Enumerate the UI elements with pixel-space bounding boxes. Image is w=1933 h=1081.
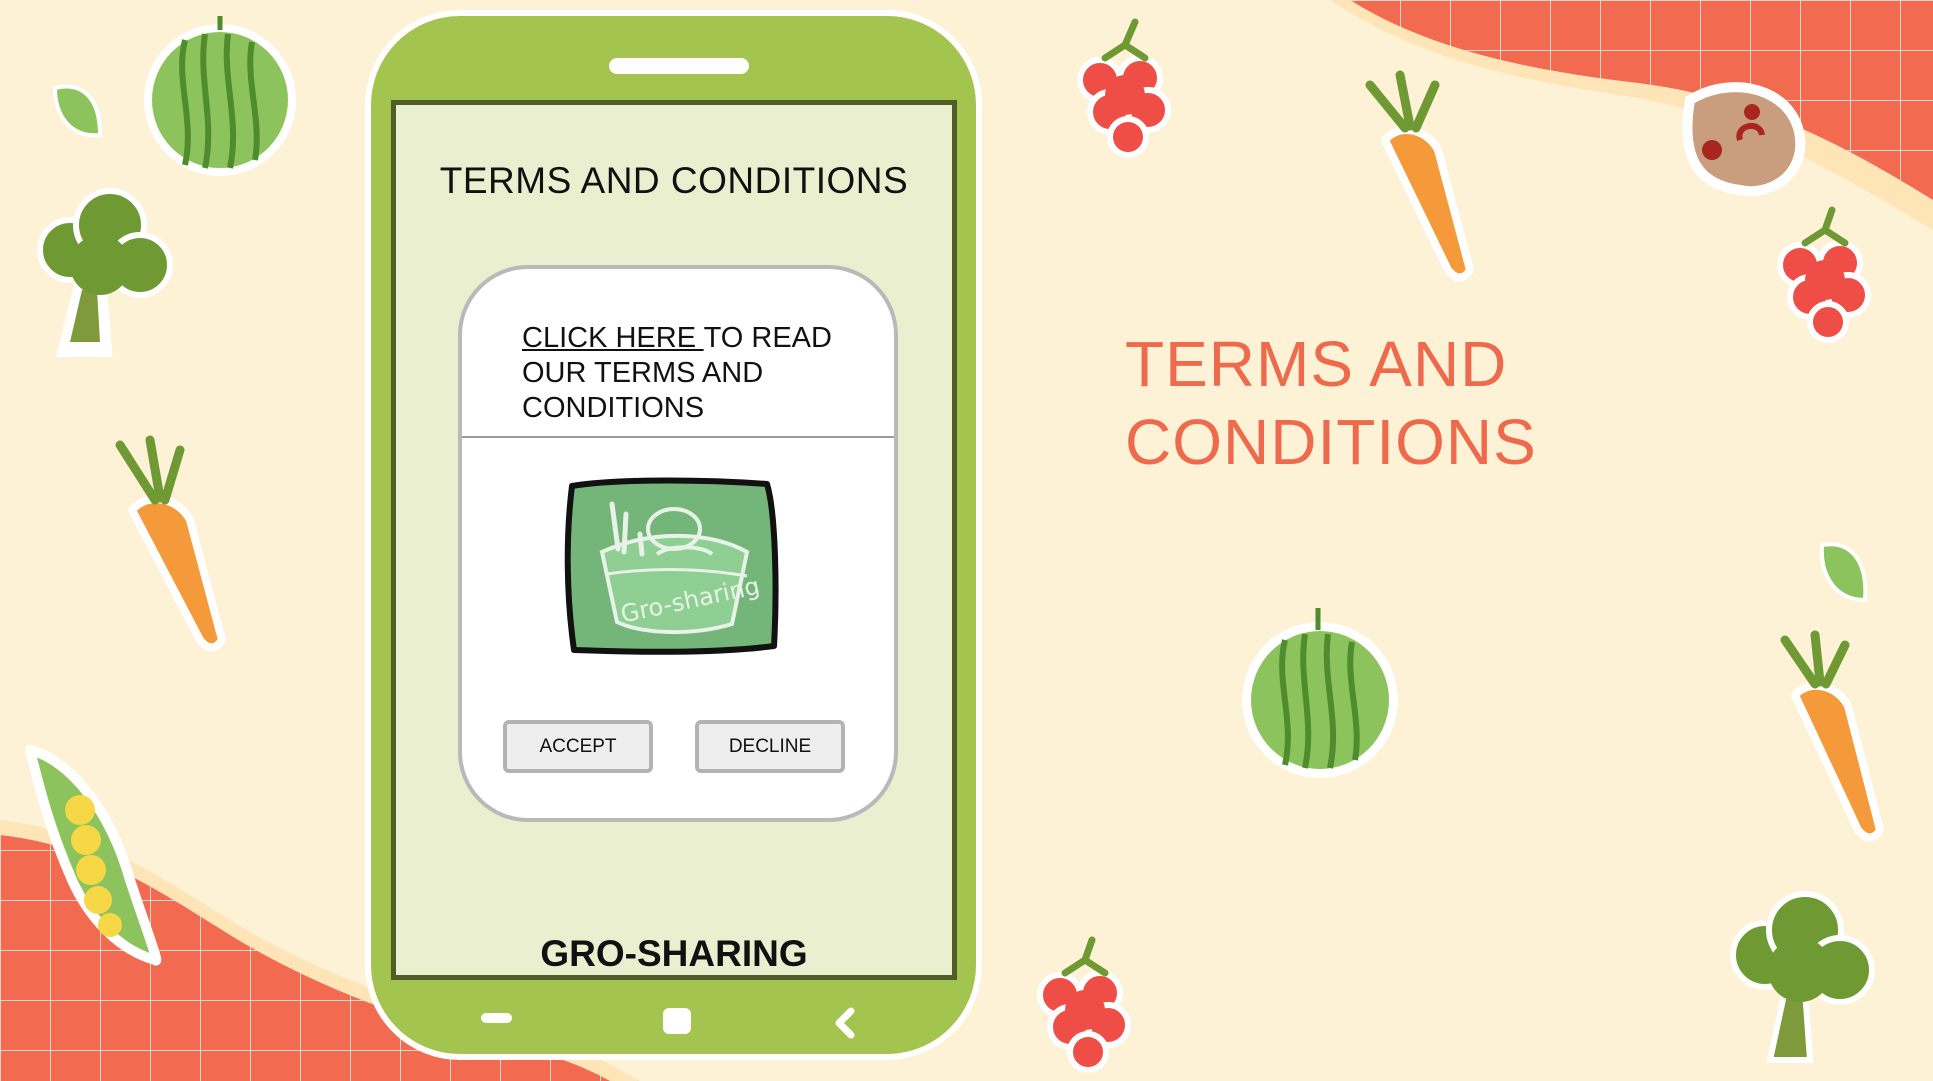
slide-heading-line1: TERMS AND: [1125, 328, 1508, 400]
accept-button[interactable]: ACCEPT: [503, 720, 653, 773]
home-icon[interactable]: [663, 1008, 691, 1034]
broccoli-icon: [37, 188, 173, 357]
gro-sharing-logo-icon: Gro-sharing: [564, 477, 779, 655]
leaf-icon: [52, 84, 103, 138]
carrot-icon: [1780, 630, 1884, 842]
raspberry-icon: [1077, 18, 1171, 158]
raspberry-icon: [1777, 206, 1871, 343]
broccoli-icon: [1730, 891, 1875, 1063]
raspberry-icon: [1037, 936, 1131, 1073]
watermelon-icon: [1242, 608, 1398, 778]
decline-button[interactable]: DECLINE: [695, 720, 845, 773]
app-name: GRO-SHARING: [540, 933, 808, 974]
terms-message: CLICK HERE TO READ OUR TERMS AND CONDITI…: [522, 321, 862, 426]
phone-screen: TERMS AND CONDITIONS CLICK HERE TO READ …: [391, 100, 957, 980]
phone-speaker: [609, 58, 749, 74]
leaf-icon: [1819, 542, 1868, 603]
screen-title: TERMS AND CONDITIONS: [439, 160, 909, 201]
phone-mockup: TERMS AND CONDITIONS CLICK HERE TO READ …: [365, 10, 982, 1060]
slide-heading-line2: CONDITIONS: [1125, 406, 1537, 478]
watermelon-icon: [144, 16, 296, 176]
carrot-icon: [1365, 70, 1474, 282]
click-here-link[interactable]: CLICK HERE: [522, 322, 704, 354]
slide: TERMS AND CONDITIONS CLICK HERE TO READ …: [0, 0, 1933, 1081]
back-chevron-icon[interactable]: [831, 1006, 859, 1040]
recent-apps-icon[interactable]: [481, 1013, 512, 1023]
slide-heading: TERMS AND CONDITIONS: [1125, 325, 1537, 481]
dialog-divider: [462, 436, 894, 438]
mushroom-icon: [1682, 82, 1806, 197]
terms-dialog: CLICK HERE TO READ OUR TERMS AND CONDITI…: [458, 265, 898, 822]
carrot-icon: [115, 435, 226, 652]
